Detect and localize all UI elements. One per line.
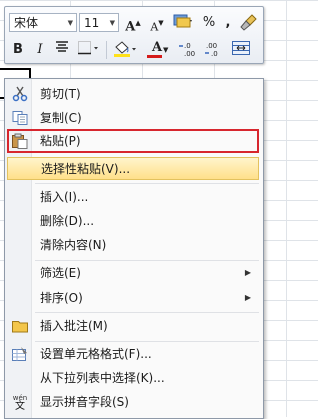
chevron-down-icon: ▼ xyxy=(163,46,169,54)
menu-item-label: 从下拉列表中选择(K)... xyxy=(40,371,165,385)
menu-item-label: 插入(I)... xyxy=(40,190,89,204)
italic-button[interactable]: I xyxy=(31,40,49,60)
svg-text:.0: .0 xyxy=(184,42,191,50)
comma-style-button[interactable]: , xyxy=(221,13,235,33)
merge-cells-button[interactable] xyxy=(229,40,253,60)
chevron-down-icon: ▼ xyxy=(109,19,115,27)
increase-decimal-icon: .0 .00 xyxy=(179,42,195,58)
menu-item-label: 清除内容(N) xyxy=(40,238,107,252)
decrease-decimal-button[interactable]: .00 .0 xyxy=(202,40,226,60)
menu-item-format-cells[interactable]: 设置单元格格式(F)... xyxy=(7,343,259,365)
font-name-value: 宋体 xyxy=(14,16,39,30)
borders-icon xyxy=(78,41,98,55)
menu-item-label: 插入批注(M) xyxy=(40,319,108,333)
font-color-icon: A xyxy=(151,40,163,55)
menu-item-paste[interactable]: 粘贴(P) xyxy=(7,129,259,153)
context-menu: 剪切(T) 复制(C) 粘贴(P) 选择性粘贴(V)... 插入(I)... 删… xyxy=(4,78,264,419)
menu-separator xyxy=(35,183,259,184)
phonetic-icon: wén 文 xyxy=(11,394,29,412)
bold-button[interactable]: B xyxy=(9,40,27,60)
submenu-arrow-icon: ▶ xyxy=(244,268,251,277)
submenu-arrow-icon: ▶ xyxy=(244,293,251,302)
copy-icon xyxy=(12,111,28,125)
chevron-down-icon: ▼ xyxy=(67,19,73,27)
comma-style-icon: , xyxy=(225,15,231,30)
bold-icon: B xyxy=(13,42,23,57)
percent-icon: % xyxy=(202,15,216,30)
font-size-value: 11 xyxy=(84,16,100,30)
menu-item-label: 筛选(E) xyxy=(40,266,81,280)
menu-separator xyxy=(35,312,259,313)
menu-item-label: 设置单元格格式(F)... xyxy=(40,347,152,361)
menu-item-pick-from-list[interactable]: 从下拉列表中选择(K)... xyxy=(7,367,259,389)
font-color-button[interactable]: A ▼ xyxy=(144,40,170,60)
menu-item-label: 粘贴(P) xyxy=(40,134,81,148)
menu-separator xyxy=(35,260,259,261)
percent-button[interactable]: % xyxy=(200,13,218,33)
menu-item-paste-special[interactable]: 选择性粘贴(V)... xyxy=(7,157,259,180)
font-color-bar xyxy=(147,55,162,58)
menu-item-label: 删除(D)... xyxy=(40,214,95,228)
menu-item-label: 复制(C) xyxy=(40,111,82,125)
menu-separator xyxy=(35,341,259,342)
format-painter-icon xyxy=(240,14,257,31)
menu-item-label: 剪切(T) xyxy=(40,87,81,101)
menu-item-copy[interactable]: 复制(C) xyxy=(7,107,259,129)
increase-decimal-button[interactable]: .0 .00 xyxy=(176,40,200,60)
fill-color-icon xyxy=(114,41,136,57)
svg-text:.00: .00 xyxy=(206,42,217,50)
borders-button[interactable] xyxy=(76,40,102,60)
center-align-button[interactable] xyxy=(53,40,71,60)
shrink-font-button[interactable]: A▼ xyxy=(147,13,167,33)
menu-item-show-phonetic[interactable]: wén 文 显示拼音字段(S) xyxy=(7,391,259,413)
accounting-format-icon xyxy=(173,14,192,28)
center-align-icon xyxy=(56,41,68,52)
format-painter-button[interactable] xyxy=(239,13,259,33)
comment-icon xyxy=(12,321,28,333)
svg-text:.0: .0 xyxy=(211,50,218,58)
mini-toolbar: 宋体 ▼ 11 ▼ A▲ A▼ % , B I A ▼ .0 .00 .00 .… xyxy=(4,6,264,64)
fill-color-button[interactable] xyxy=(111,40,139,60)
menu-item-label: 显示拼音字段(S) xyxy=(40,395,129,409)
format-cells-icon xyxy=(12,347,27,361)
toolbar-separator xyxy=(106,41,107,59)
menu-item-label: 排序(O) xyxy=(40,291,83,305)
menu-item-insert-comment[interactable]: 插入批注(M) xyxy=(7,315,259,337)
paste-icon xyxy=(12,133,28,149)
phonetic-icon-char: 文 xyxy=(15,401,25,412)
accounting-format-button[interactable] xyxy=(171,13,195,33)
font-name-combo[interactable]: 宋体 ▼ xyxy=(9,13,77,32)
menu-item-label: 选择性粘贴(V)... xyxy=(41,162,131,176)
font-size-combo[interactable]: 11 ▼ xyxy=(79,13,119,32)
svg-text:.00: .00 xyxy=(184,50,195,58)
merge-cells-icon xyxy=(232,41,250,55)
grow-font-icon: A xyxy=(125,19,136,35)
scissors-icon xyxy=(12,86,28,102)
menu-item-cut[interactable]: 剪切(T) xyxy=(7,83,259,105)
menu-item-clear-contents[interactable]: 清除内容(N) xyxy=(7,234,259,256)
menu-item-sort[interactable]: 排序(O) ▶ xyxy=(7,287,259,309)
decrease-decimal-icon: .00 .0 xyxy=(205,42,218,58)
menu-item-delete[interactable]: 删除(D)... xyxy=(7,210,259,232)
menu-item-insert[interactable]: 插入(I)... xyxy=(7,186,259,208)
grow-font-button[interactable]: A▲ xyxy=(123,13,143,35)
menu-item-filter[interactable]: 筛选(E) ▶ xyxy=(7,262,259,284)
italic-icon: I xyxy=(37,42,43,57)
